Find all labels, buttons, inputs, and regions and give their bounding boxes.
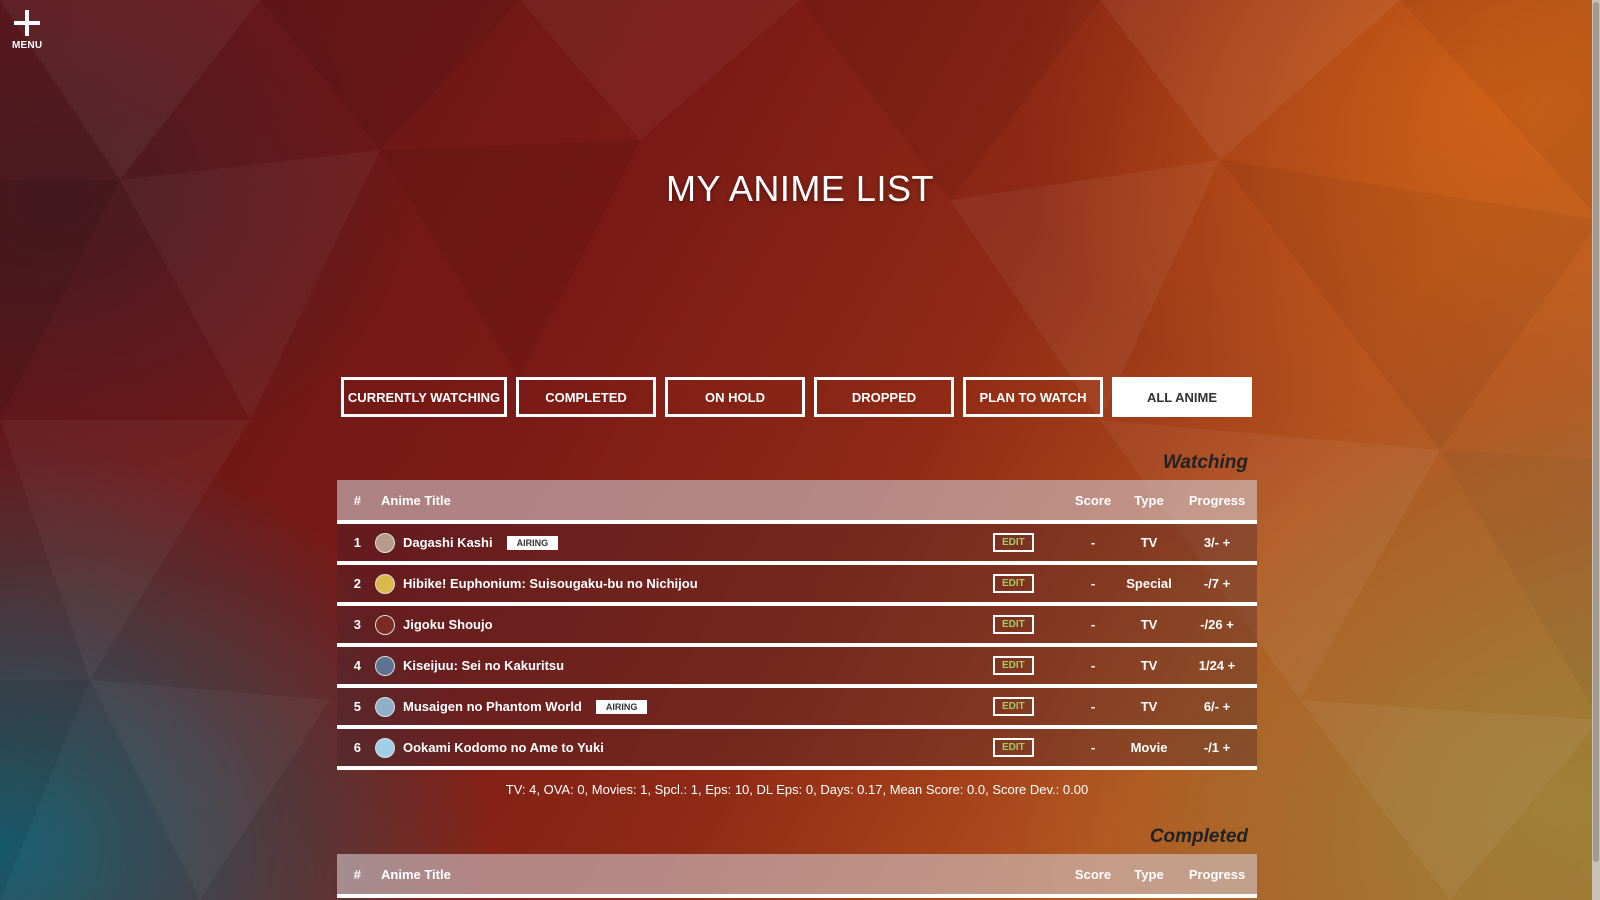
row-title-cell: Jigoku Shoujo xyxy=(361,614,993,635)
header-score: Score xyxy=(1074,866,1112,882)
anime-avatar xyxy=(375,614,395,635)
table-row: 3 Jigoku Shoujo EDIT - TV -/26 + xyxy=(337,606,1257,647)
completed-table: # Anime Title Score Type Progress xyxy=(337,854,1257,898)
row-score: - xyxy=(1090,699,1096,714)
row-number: 3 xyxy=(353,617,361,632)
anime-avatar xyxy=(375,696,395,717)
scrollbar-thumb[interactable] xyxy=(1593,2,1599,862)
row-title-cell: Ookami Kodomo no Ame to Yuki xyxy=(361,737,993,758)
row-number: 5 xyxy=(353,699,361,714)
page-title: MY ANIME LIST xyxy=(666,168,934,209)
anime-avatar xyxy=(375,737,395,758)
anime-title-link[interactable]: Ookami Kodomo no Ame to Yuki xyxy=(403,740,604,755)
airing-badge: AIRING xyxy=(595,699,648,714)
table-header: # Anime Title Score Type Progress xyxy=(337,854,1257,898)
table-row: 1 Dagashi Kashi AIRING EDIT - TV 3/- + xyxy=(337,524,1257,565)
row-score: - xyxy=(1090,658,1096,673)
anime-avatar xyxy=(375,655,395,676)
row-progress[interactable]: -/1 + xyxy=(1177,740,1257,755)
row-score: - xyxy=(1090,740,1096,755)
menu-label: MENU xyxy=(12,40,43,51)
anime-title-link[interactable]: Musaigen no Phantom World xyxy=(403,699,582,714)
table-row: 5 Musaigen no Phantom World AIRING EDIT - TV 6… xyxy=(337,688,1257,729)
row-number: 6 xyxy=(353,740,361,755)
row-type: TV xyxy=(1140,617,1158,632)
anime-title-link[interactable]: Dagashi Kashi xyxy=(403,535,493,550)
watching-stats: TV: 4, OVA: 0, Movies: 1, Spcl.: 1, Eps:… xyxy=(505,782,1089,797)
row-title-cell: Hibike! Euphonium: Suisougaku-bu no Nich… xyxy=(361,573,993,594)
header-progress: Progress xyxy=(1188,492,1246,508)
table-row: 6 Ookami Kodomo no Ame to Yuki EDIT - Movie -… xyxy=(337,729,1257,770)
row-progress[interactable]: 6/- + xyxy=(1177,699,1257,714)
header-num: # xyxy=(353,492,361,508)
row-edit-cell: EDIT xyxy=(993,574,1065,593)
row-progress[interactable]: 3/- + xyxy=(1177,535,1257,550)
edit-button[interactable]: EDIT xyxy=(993,697,1034,716)
row-type: TV xyxy=(1140,699,1158,714)
row-edit-cell: EDIT xyxy=(993,533,1065,552)
tab-completed[interactable]: COMPLETED xyxy=(516,377,656,417)
row-score: - xyxy=(1090,576,1096,591)
row-score: - xyxy=(1090,617,1096,632)
row-progress[interactable]: -/26 + xyxy=(1177,617,1257,632)
edit-button[interactable]: EDIT xyxy=(993,533,1034,552)
watching-table: # Anime Title Score Type Progress 1 Dagas… xyxy=(337,480,1257,770)
table-row: 2 Hibike! Euphonium: Suisougaku-bu no Nic… xyxy=(337,565,1257,606)
header-progress: Progress xyxy=(1188,866,1246,882)
watching-rows: 1 Dagashi Kashi AIRING EDIT - TV 3/- + 2 Hibike!… xyxy=(337,524,1257,770)
page-scrollbar[interactable] xyxy=(1592,0,1600,900)
row-title-cell: Dagashi Kashi AIRING xyxy=(361,532,993,553)
header-title: Anime Title xyxy=(381,492,451,508)
tab-plan-to-watch[interactable]: PLAN TO WATCH xyxy=(963,377,1103,417)
anime-avatar xyxy=(375,532,395,553)
row-score: - xyxy=(1090,535,1096,550)
completed-section-title: Completed xyxy=(1149,826,1248,847)
header-num: # xyxy=(353,866,361,882)
row-type: Special xyxy=(1126,576,1172,591)
table-row: 4 Kiseijuu: Sei no Kakuritsu EDIT - TV 1/24 + xyxy=(337,647,1257,688)
row-type: Movie xyxy=(1130,740,1168,755)
row-number: 4 xyxy=(353,658,361,673)
edit-button[interactable]: EDIT xyxy=(993,738,1034,757)
row-progress[interactable]: -/7 + xyxy=(1177,576,1257,591)
anime-title-link[interactable]: Kiseijuu: Sei no Kakuritsu xyxy=(403,658,564,673)
tab-dropped[interactable]: DROPPED xyxy=(814,377,954,417)
header-type: Type xyxy=(1134,492,1164,508)
row-type: TV xyxy=(1140,658,1158,673)
row-edit-cell: EDIT xyxy=(993,615,1065,634)
header-title: Anime Title xyxy=(381,866,451,882)
row-number: 2 xyxy=(353,576,361,591)
row-type: TV xyxy=(1140,535,1158,550)
anime-title-link[interactable]: Hibike! Euphonium: Suisougaku-bu no Nich… xyxy=(403,576,698,591)
row-edit-cell: EDIT xyxy=(993,738,1065,757)
header-type: Type xyxy=(1134,866,1164,882)
edit-button[interactable]: EDIT xyxy=(993,656,1034,675)
row-edit-cell: EDIT xyxy=(993,697,1065,716)
row-progress[interactable]: 1/24 + xyxy=(1177,658,1257,673)
row-number: 1 xyxy=(353,535,361,550)
tab-on-hold[interactable]: ON HOLD xyxy=(665,377,805,417)
row-edit-cell: EDIT xyxy=(993,656,1065,675)
anime-avatar xyxy=(375,573,395,594)
watching-section-title: Watching xyxy=(1162,452,1248,473)
table-header: # Anime Title Score Type Progress xyxy=(337,480,1257,524)
row-title-cell: Kiseijuu: Sei no Kakuritsu xyxy=(361,655,993,676)
header-score: Score xyxy=(1074,492,1112,508)
edit-button[interactable]: EDIT xyxy=(993,574,1034,593)
edit-button[interactable]: EDIT xyxy=(993,615,1034,634)
list-filter-tabs: CURRENTLY WATCHING COMPLETED ON HOLD DRO… xyxy=(341,377,1252,417)
airing-badge: AIRING xyxy=(506,535,559,550)
menu-button[interactable]: MENU xyxy=(12,10,42,51)
tab-all-anime[interactable]: ALL ANIME xyxy=(1112,377,1252,417)
row-title-cell: Musaigen no Phantom World AIRING xyxy=(361,696,993,717)
tab-currently-watching[interactable]: CURRENTLY WATCHING xyxy=(341,377,507,417)
anime-title-link[interactable]: Jigoku Shoujo xyxy=(403,617,493,632)
plus-icon xyxy=(14,10,40,36)
